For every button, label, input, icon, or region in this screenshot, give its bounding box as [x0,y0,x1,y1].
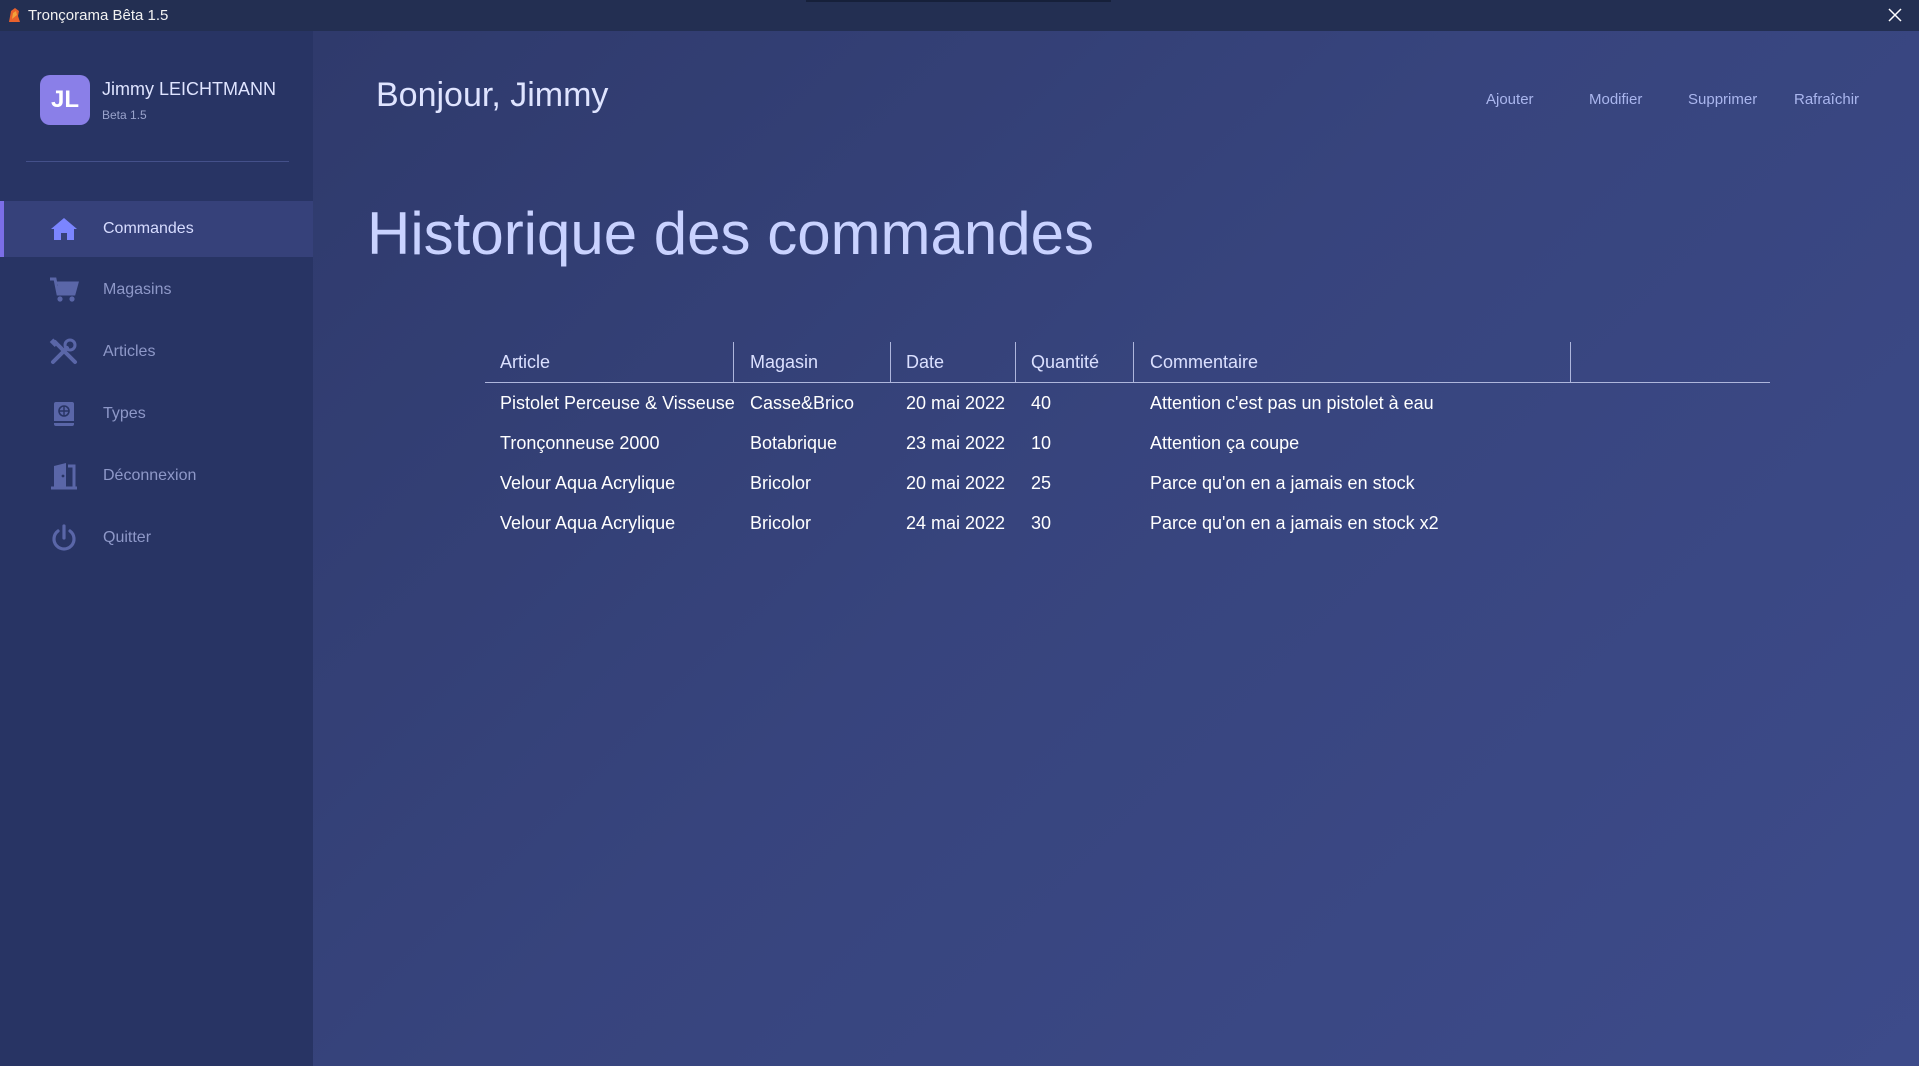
user-name: Jimmy LEICHTMANN [102,79,276,99]
cell-date: 20 mai 2022 [906,473,1006,493]
sidebar-item-articles[interactable]: Articles [0,324,313,380]
cell-magasin: Bricolor [750,473,812,493]
close-icon[interactable] [1885,5,1905,25]
column-header-magasin[interactable]: Magasin [750,342,818,382]
sidebar-item-label: Types [103,405,146,422]
cell-commentaire: Attention c'est pas un pistolet à eau [1150,393,1434,413]
book-icon [54,402,74,426]
table-row[interactable]: Tronçonneuse 2000 Botabrique 23 mai 2022… [485,423,1770,463]
cell-date: 20 mai 2022 [906,393,1006,413]
cell-magasin: Bricolor [750,513,812,533]
sidebar-item-quitter[interactable]: Quitter [0,510,313,566]
cell-article: Tronçonneuse 2000 [500,433,660,453]
table-row[interactable]: Pistolet Perceuse & Visseuse Casse&Brico… [485,383,1770,423]
home-icon [51,218,77,240]
delete-button[interactable]: Supprimer [1688,91,1757,108]
sidebar-item-label: Commandes [103,220,194,237]
cell-article: Velour Aqua Acrylique [500,513,676,533]
cell-quantite: 30 [1031,513,1052,533]
column-header-commentaire[interactable]: Commentaire [1150,342,1258,382]
sidebar-item-deconnexion[interactable]: Déconnexion [0,448,313,504]
cell-quantite: 25 [1031,473,1052,493]
orders-table: Article Magasin Date Quantité Commentair… [485,342,1770,543]
cell-magasin: Casse&Brico [750,393,855,413]
titlebar-accent-line [806,0,1111,2]
window-titlebar: Tronçorama Bêta 1.5 [0,0,1919,31]
sidebar: JL Jimmy LEICHTMANN Beta 1.5 Commandes M… [0,31,313,1066]
sidebar-item-types[interactable]: Types [0,386,313,442]
tools-icon [49,338,77,364]
column-separator[interactable] [890,342,891,382]
greeting: Bonjour, Jimmy [376,76,609,114]
cell-article: Pistolet Perceuse & Visseuse [500,393,735,413]
cell-commentaire: Parce qu'on en a jamais en stock [1150,473,1415,493]
sidebar-divider [26,161,289,162]
sidebar-item-label: Déconnexion [103,467,197,484]
window-title: Tronçorama Bêta 1.5 [28,7,169,24]
column-header-quantite[interactable]: Quantité [1031,342,1099,382]
cart-icon [50,277,79,302]
sidebar-item-label: Quitter [103,529,152,546]
cell-quantite: 40 [1031,393,1052,413]
refresh-button[interactable]: Rafraîchir [1794,91,1859,108]
door-icon [51,463,77,490]
cell-commentaire: Parce qu'on en a jamais en stock x2 [1150,513,1439,533]
app-logo-icon [9,8,20,22]
sidebar-item-label: Magasins [103,281,172,298]
column-header-date[interactable]: Date [906,342,944,382]
avatar: JL [40,75,90,125]
power-icon [52,524,76,551]
add-button[interactable]: Ajouter [1486,91,1534,108]
table-row[interactable]: Velour Aqua Acrylique Bricolor 24 mai 20… [485,503,1770,543]
sidebar-item-commandes[interactable]: Commandes [0,201,313,257]
main-content: Bonjour, Jimmy Ajouter Modifier Supprime… [313,31,1919,1066]
column-separator[interactable] [1570,342,1571,382]
app-version: Beta 1.5 [102,108,147,122]
column-separator[interactable] [1015,342,1016,382]
column-separator[interactable] [733,342,734,382]
sidebar-item-label: Articles [103,343,156,360]
cell-commentaire: Attention ça coupe [1150,433,1300,453]
cell-magasin: Botabrique [750,433,838,453]
cell-date: 23 mai 2022 [906,433,1006,453]
cell-date: 24 mai 2022 [906,513,1006,533]
edit-button[interactable]: Modifier [1589,91,1642,108]
table-row[interactable]: Velour Aqua Acrylique Bricolor 20 mai 20… [485,463,1770,503]
cell-quantite: 10 [1031,433,1052,453]
page-title: Historique des commandes [367,200,1095,267]
table-header: Article Magasin Date Quantité Commentair… [485,342,1770,383]
column-separator[interactable] [1133,342,1134,382]
column-header-article[interactable]: Article [500,342,550,382]
cell-article: Velour Aqua Acrylique [500,473,676,493]
sidebar-item-magasins[interactable]: Magasins [0,262,313,318]
